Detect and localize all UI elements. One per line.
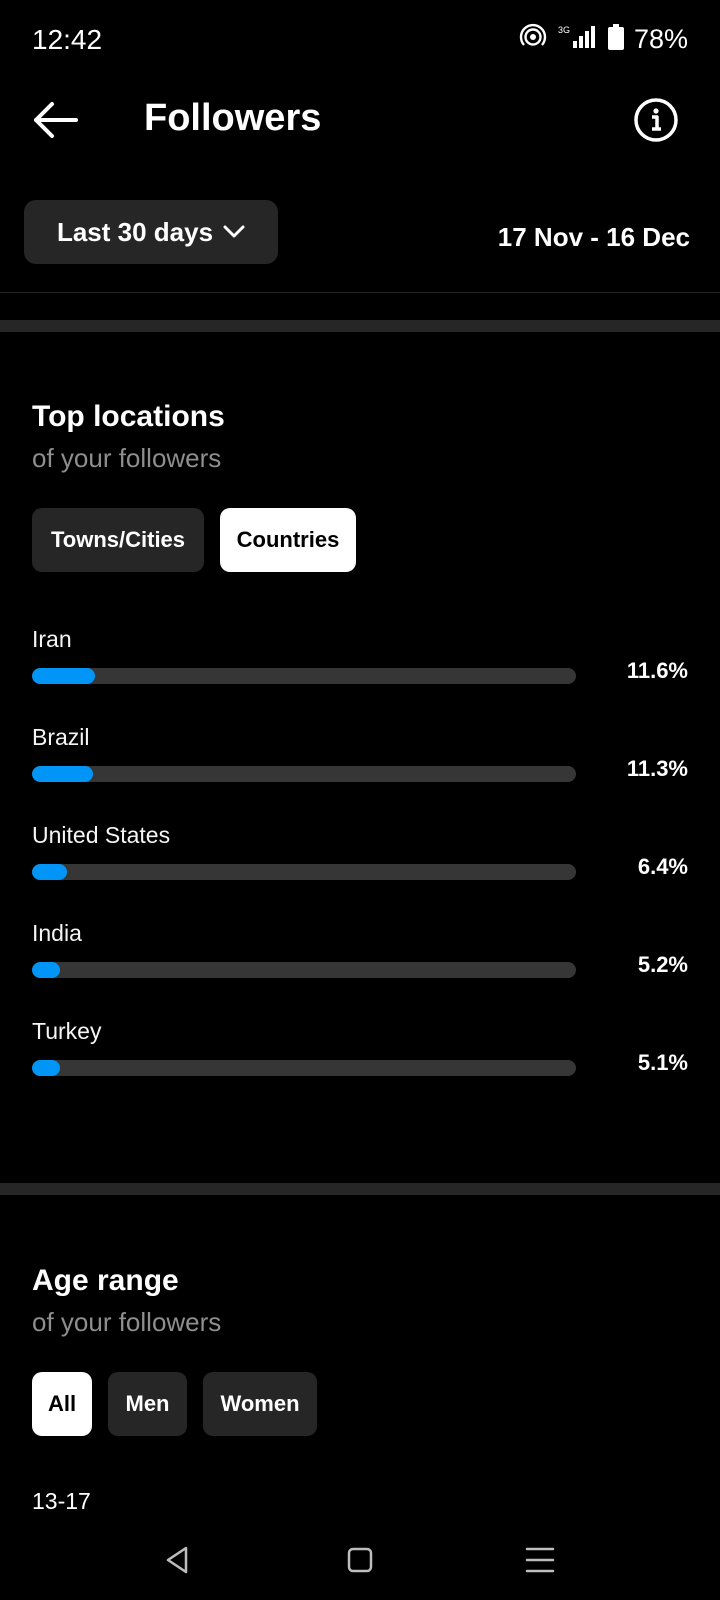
battery-icon: [607, 24, 624, 55]
tab-label: Men: [125, 1391, 170, 1416]
nav-back-button[interactable]: [158, 1540, 198, 1580]
system-nav-bar: [0, 1520, 720, 1600]
tab-all[interactable]: All: [32, 1372, 92, 1436]
app-header: Followers: [0, 80, 720, 160]
location-percent: 5.2%: [637, 952, 688, 977]
location-row: United States 6.4%: [32, 822, 688, 902]
age-range-title: Age range: [32, 1264, 179, 1297]
progress-fill: [32, 766, 94, 782]
age-range-subtitle: of your followers: [32, 1307, 222, 1337]
status-icons: 3G 78%: [518, 22, 688, 57]
info-icon: [634, 98, 678, 142]
location-name: India: [32, 920, 82, 946]
location-row: Turkey 5.1%: [32, 1018, 688, 1098]
progress-track: [32, 864, 576, 880]
progress-track: [32, 962, 576, 978]
back-arrow-icon: [34, 102, 78, 138]
back-button[interactable]: [30, 98, 80, 142]
location-name: Brazil: [32, 724, 90, 750]
top-locations-title: Top locations: [32, 400, 225, 433]
triangle-back-icon: [166, 1546, 188, 1574]
info-button[interactable]: [632, 96, 680, 144]
location-name: Iran: [32, 626, 72, 652]
location-row: India 5.2%: [32, 920, 688, 1000]
tab-label: Towns/Cities: [50, 527, 186, 552]
status-time: 12:42: [32, 24, 103, 55]
tab-towns-cities[interactable]: Towns/Cities: [32, 508, 204, 572]
tab-women[interactable]: Women: [203, 1372, 317, 1436]
section-divider: [0, 1183, 720, 1195]
location-percent: 5.1%: [637, 1050, 688, 1075]
progress-fill: [32, 864, 67, 880]
date-filter-label: Last 30 days: [56, 216, 214, 247]
location-name: United States: [32, 822, 171, 848]
age-bucket-label: 13-17: [32, 1488, 91, 1514]
location-percent: 11.3%: [626, 756, 688, 781]
date-range: 17 Nov - 16 Dec: [497, 222, 690, 252]
nav-home-button[interactable]: [340, 1540, 380, 1580]
tab-label: Women: [220, 1391, 300, 1416]
tab-men[interactable]: Men: [108, 1372, 187, 1436]
location-percent: 11.6%: [626, 658, 688, 683]
location-percent: 6.4%: [637, 854, 688, 879]
status-bar: 12:42 3G 78%: [0, 0, 720, 80]
location-row: Brazil 11.3%: [32, 724, 688, 804]
tab-label: Countries: [236, 527, 340, 552]
network-type-label: 3G: [558, 25, 570, 35]
progress-fill: [32, 962, 61, 978]
location-row: Iran 11.6%: [32, 626, 688, 706]
chevron-down-icon: [223, 225, 245, 238]
progress-fill: [32, 1060, 60, 1076]
tab-countries[interactable]: Countries: [220, 508, 356, 572]
battery-percent: 78%: [633, 24, 688, 54]
signal-icon: 3G: [558, 24, 598, 55]
divider: [0, 292, 720, 293]
tab-label: All: [47, 1391, 77, 1416]
menu-lines-icon: [525, 1547, 555, 1573]
section-divider: [0, 320, 720, 332]
nav-menu-button[interactable]: [520, 1540, 560, 1580]
progress-track: [32, 668, 576, 684]
hotspot-icon: [518, 22, 548, 57]
progress-track: [32, 766, 576, 782]
page-title: Followers: [144, 97, 322, 139]
progress-track: [32, 1060, 576, 1076]
date-filter-dropdown[interactable]: Last 30 days: [24, 200, 278, 264]
location-name: Turkey: [32, 1018, 102, 1044]
square-home-icon: [347, 1547, 373, 1573]
top-locations-subtitle: of your followers: [32, 443, 222, 473]
progress-fill: [32, 668, 96, 684]
